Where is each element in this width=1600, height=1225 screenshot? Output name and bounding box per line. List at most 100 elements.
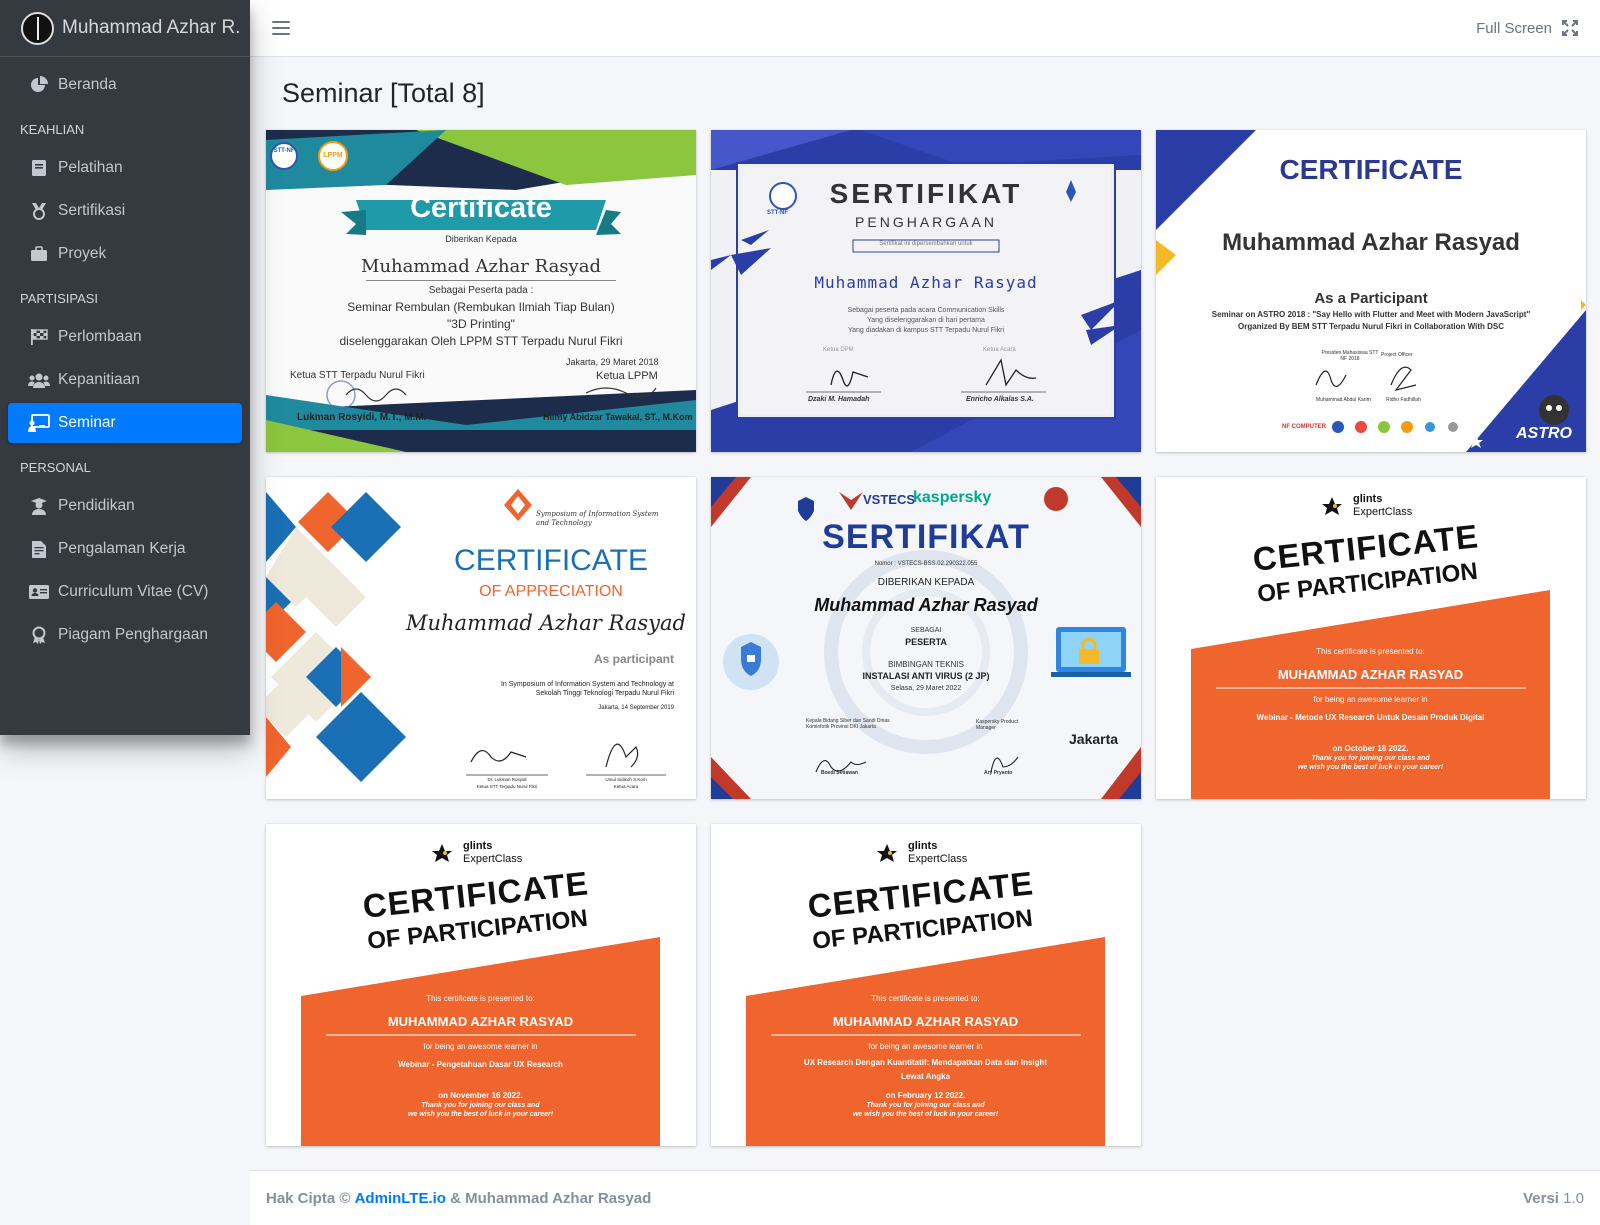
sidebar-item-label: Proyek — [58, 245, 107, 262]
recipient-name: Muhammad Azhar Rasyad — [406, 611, 686, 635]
glints-logo: glints — [1353, 493, 1383, 505]
brand-name: Muhammad Azhar R. — [62, 17, 241, 38]
left-signer-name: Boedi Setiawan — [821, 770, 858, 776]
presented-text: This certificate is presented to: — [871, 994, 980, 1003]
sidebar-item-pelatihan[interactable]: Pelatihan — [8, 148, 242, 188]
award-icon — [28, 626, 50, 644]
graduate-icon — [28, 497, 50, 515]
left-signer-name: Lukman Rosyidi, M.T., M.M. — [297, 412, 427, 423]
right-signer-name: Hilmy Abidzar Tawakal, ST., M.Kom — [543, 412, 693, 422]
sidebar-item-sertifikasi[interactable]: Sertifikasi — [8, 191, 242, 231]
sidebar-item-perlombaan[interactable]: Perlombaan — [8, 317, 242, 357]
brand-link[interactable]: Muhammad Azhar R. — [0, 0, 250, 57]
thanks-line-1: Thank you for joining our class and — [866, 1102, 985, 1109]
file-contract-icon — [28, 540, 50, 558]
role-text: PESERTA — [905, 637, 947, 647]
sidebar-item-label: Pelatihan — [58, 159, 123, 176]
certificate-card-glints-metode-ux[interactable]: glints ExpertClass CERTIFICATE OF PARTIC… — [1156, 477, 1586, 799]
certificate-card-anti-virus[interactable]: VSTECS kaspersky SERTIFIKAT Nomor : VSTE… — [711, 477, 1141, 799]
nav-header-personal: PERSONAL — [20, 459, 91, 475]
sidebar-item-cv[interactable]: Curriculum Vitae (CV) — [8, 572, 242, 612]
course-title: Webinar - Pengetahuan Dasar UX Research — [398, 1060, 563, 1069]
role-text: Sebagai Peserta pada : — [428, 285, 534, 296]
fullscreen-label: Full Screen — [1476, 19, 1552, 37]
right-signer-role: Ketua Acara — [613, 784, 639, 789]
thanks-line-1: Thank you for joining our class and — [421, 1102, 540, 1109]
event-line-1: Sebagai peserta pada acara Communication… — [847, 307, 1005, 314]
event-line-2: Organized By BEM STT Terpadu Nurul Fikri… — [1237, 322, 1504, 331]
left-signer-name: Muhammad Abdul Karim — [1316, 397, 1371, 403]
fullscreen-button[interactable]: Full Screen — [1476, 20, 1578, 37]
right-signer-role: Ketua Acara — [983, 347, 1016, 353]
as-label: SEBAGAI — [910, 627, 942, 634]
adminlte-link[interactable]: AdminLTE.io — [355, 1190, 446, 1207]
sidebar-item-beranda[interactable]: Beranda — [8, 65, 242, 105]
certificate-card-glints-dasar-ux[interactable]: glints ExpertClass CERTIFICATE OF PARTIC… — [266, 824, 696, 1146]
recipient-name: Muhammad Azhar Rasyad — [814, 595, 1038, 615]
event-line-2: Yang diselenggarakan di hari pertama — [867, 317, 985, 324]
symposium-logo-text: Symposium of Information System and Tech… — [536, 510, 659, 527]
briefcase-icon — [28, 245, 50, 263]
recipient-name: MUHAMMAD AZHAR RASYAD — [832, 1014, 1019, 1029]
thanks-line-1: Thank you for joining our class and — [1311, 755, 1430, 762]
given-to-text: Diberikan Kepada — [445, 234, 517, 244]
pie-chart-icon — [28, 76, 50, 94]
thanks-line-2: we wish you the best of luck in your car… — [407, 1111, 554, 1118]
sidebar-item-seminar[interactable]: Seminar — [8, 403, 242, 443]
organizer-text: diselenggarakan Oleh LPPM STT Terpadu Nu… — [339, 334, 623, 348]
sidebar-item-label: Kepanitiaan — [58, 371, 140, 388]
presented-text: This certificate is presented to: — [426, 994, 535, 1003]
nav-header-keahlian: KEAHLIAN — [20, 121, 85, 137]
certificate-card-communication-skills[interactable]: STT-NF SERTIFIKAT PENGHARGAAN Sertifikat… — [711, 130, 1141, 452]
given-text: DIBERIKAN KEPADA — [877, 577, 975, 588]
presentation-icon — [28, 414, 50, 432]
menu-toggle-icon[interactable] — [272, 21, 290, 35]
event-line-2: Sekolah Tinggi Teknologi Terpadu Nurul F… — [535, 690, 674, 697]
date-text: Jakarta, 29 Maret 2018 — [566, 357, 659, 367]
course-date: on February 12 2022. — [885, 1091, 966, 1100]
sidebar-item-label: Pengalaman Kerja — [58, 540, 186, 557]
glints-logo: glints — [908, 840, 938, 852]
date-text: Selasa, 29 Maret 2022 — [890, 685, 962, 692]
sidebar-item-kepanitiaan[interactable]: Kepanitiaan — [8, 360, 242, 400]
right-signer-role: Kaspersky Product Manager — [976, 719, 1018, 731]
learner-text: for being an awesome learner in — [423, 1042, 538, 1051]
main-sidebar: Muhammad Azhar R. Beranda KEAHLIAN Pelat… — [0, 0, 250, 735]
event-text: Seminar Rembulan (Rembukan Ilmiah Tiap B… — [347, 300, 615, 314]
page-title: Seminar [Total 8] — [282, 78, 485, 108]
astro-logo: ASTRO — [1516, 425, 1572, 442]
sidebar-item-label: Beranda — [58, 76, 117, 93]
glints-logo: glints — [463, 840, 493, 852]
certificate-card-astro[interactable]: CERTIFICATE Muhammad Azhar Rasyad As a P… — [1156, 130, 1586, 452]
kaspersky-logo: kaspersky — [913, 489, 992, 506]
date-text: Jakarta, 14 September 2019 — [598, 705, 674, 711]
right-signer-role: Project Officer — [1381, 352, 1413, 358]
left-signer-name: Dr. Lukman Rosyidi — [487, 777, 527, 782]
left-signer-role: Ketua STT Terpadu Nurul Fikri — [290, 370, 425, 381]
certificate-number: Nomor : VSTECS-BSS.02.290322.055 — [874, 561, 978, 567]
event-line-3: Yang diadakan di kampus STT Terpadu Nuru… — [847, 327, 1005, 334]
id-card-icon — [28, 583, 50, 601]
certificate-card-rembulan[interactable]: STT-NF LPPM Certificate Diberikan Kepada… — [266, 130, 696, 452]
brand-logo — [21, 11, 54, 45]
recipient-name: Muhammad Azhar Rasyad — [361, 256, 601, 277]
certificate-title: CERTIFICATE — [1279, 154, 1463, 185]
right-signer-name: Ary Pryanto — [984, 770, 1013, 776]
course-title-line-2: Lewat Angka — [900, 1072, 951, 1081]
sidebar-item-pendidikan[interactable]: Pendidikan — [8, 486, 242, 526]
course-date: on October 18 2022. — [1332, 744, 1409, 753]
content-wrapper: Seminar [Total 8] STT-NF LPPM Certificat… — [250, 57, 1600, 1167]
recipient-name: Muhammad Azhar Rasyad — [814, 273, 1038, 292]
certificate-title: Certificate — [410, 192, 552, 224]
main-footer: Hak Cipta © AdminLTE.io & Muhammad Azhar… — [250, 1170, 1600, 1225]
sidebar-item-proyek[interactable]: Proyek — [8, 234, 242, 274]
expand-arrows-icon — [1562, 20, 1578, 36]
sidebar-item-pengalaman-kerja[interactable]: Pengalaman Kerja — [8, 529, 242, 569]
event-line-1: In Symposium of Information System and T… — [500, 681, 674, 688]
medal-icon — [28, 202, 50, 220]
certificate-card-symposium[interactable]: Symposium of Information System and Tech… — [266, 477, 696, 799]
topic-text: "3D Printing" — [447, 317, 515, 331]
thanks-line-2: we wish you the best of luck in your car… — [852, 1111, 999, 1118]
sidebar-item-piagam[interactable]: Piagam Penghargaan — [8, 615, 242, 655]
certificate-card-glints-kuantitatif[interactable]: glints ExpertClass CERTIFICATE OF PARTIC… — [711, 824, 1141, 1146]
